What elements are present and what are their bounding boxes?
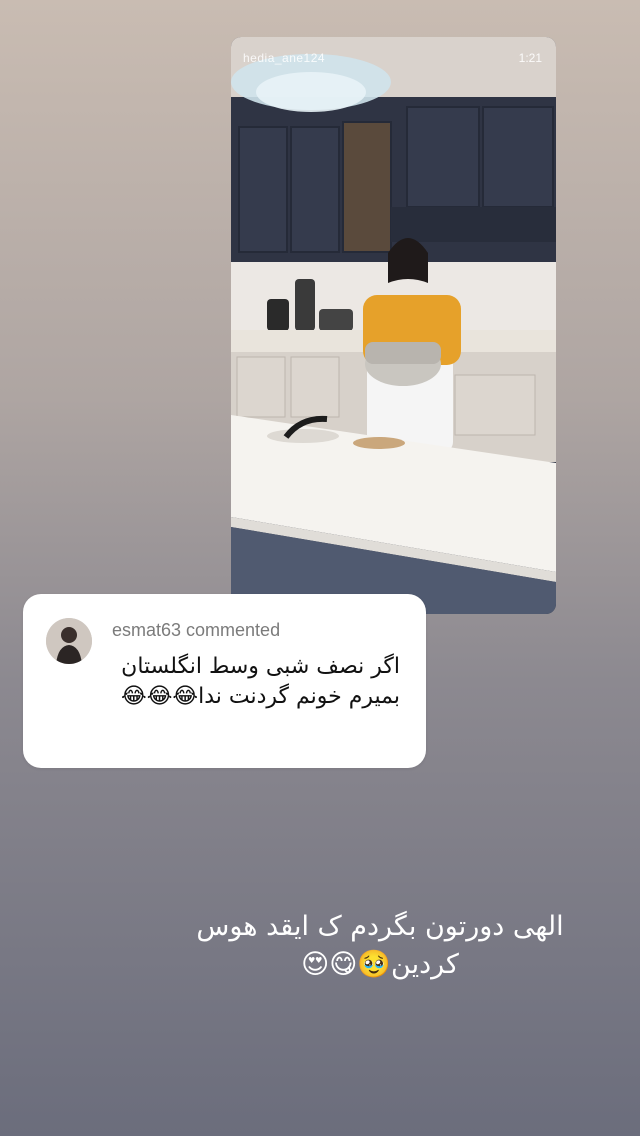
video-timestamp: 1:21 bbox=[518, 51, 542, 65]
kitchen-video-frame bbox=[231, 37, 556, 614]
comment-sticker[interactable]: esmat63 commented اگر نصف شبی وسط انگلست… bbox=[23, 594, 426, 768]
reshared-video-card[interactable]: hedia_ane124 1:21 bbox=[231, 37, 556, 614]
avatar[interactable] bbox=[46, 618, 92, 664]
story-caption: الهی دورتون بگردم ک ایقد هوس کردین🥹😋😍 bbox=[196, 911, 564, 980]
comment-username: esmat63 commented bbox=[112, 620, 281, 640]
video-username[interactable]: hedia_ane124 bbox=[243, 51, 325, 65]
comment-text: اگر نصف شبی وسط انگلستان بمیرم خونم گردن… bbox=[121, 654, 400, 709]
